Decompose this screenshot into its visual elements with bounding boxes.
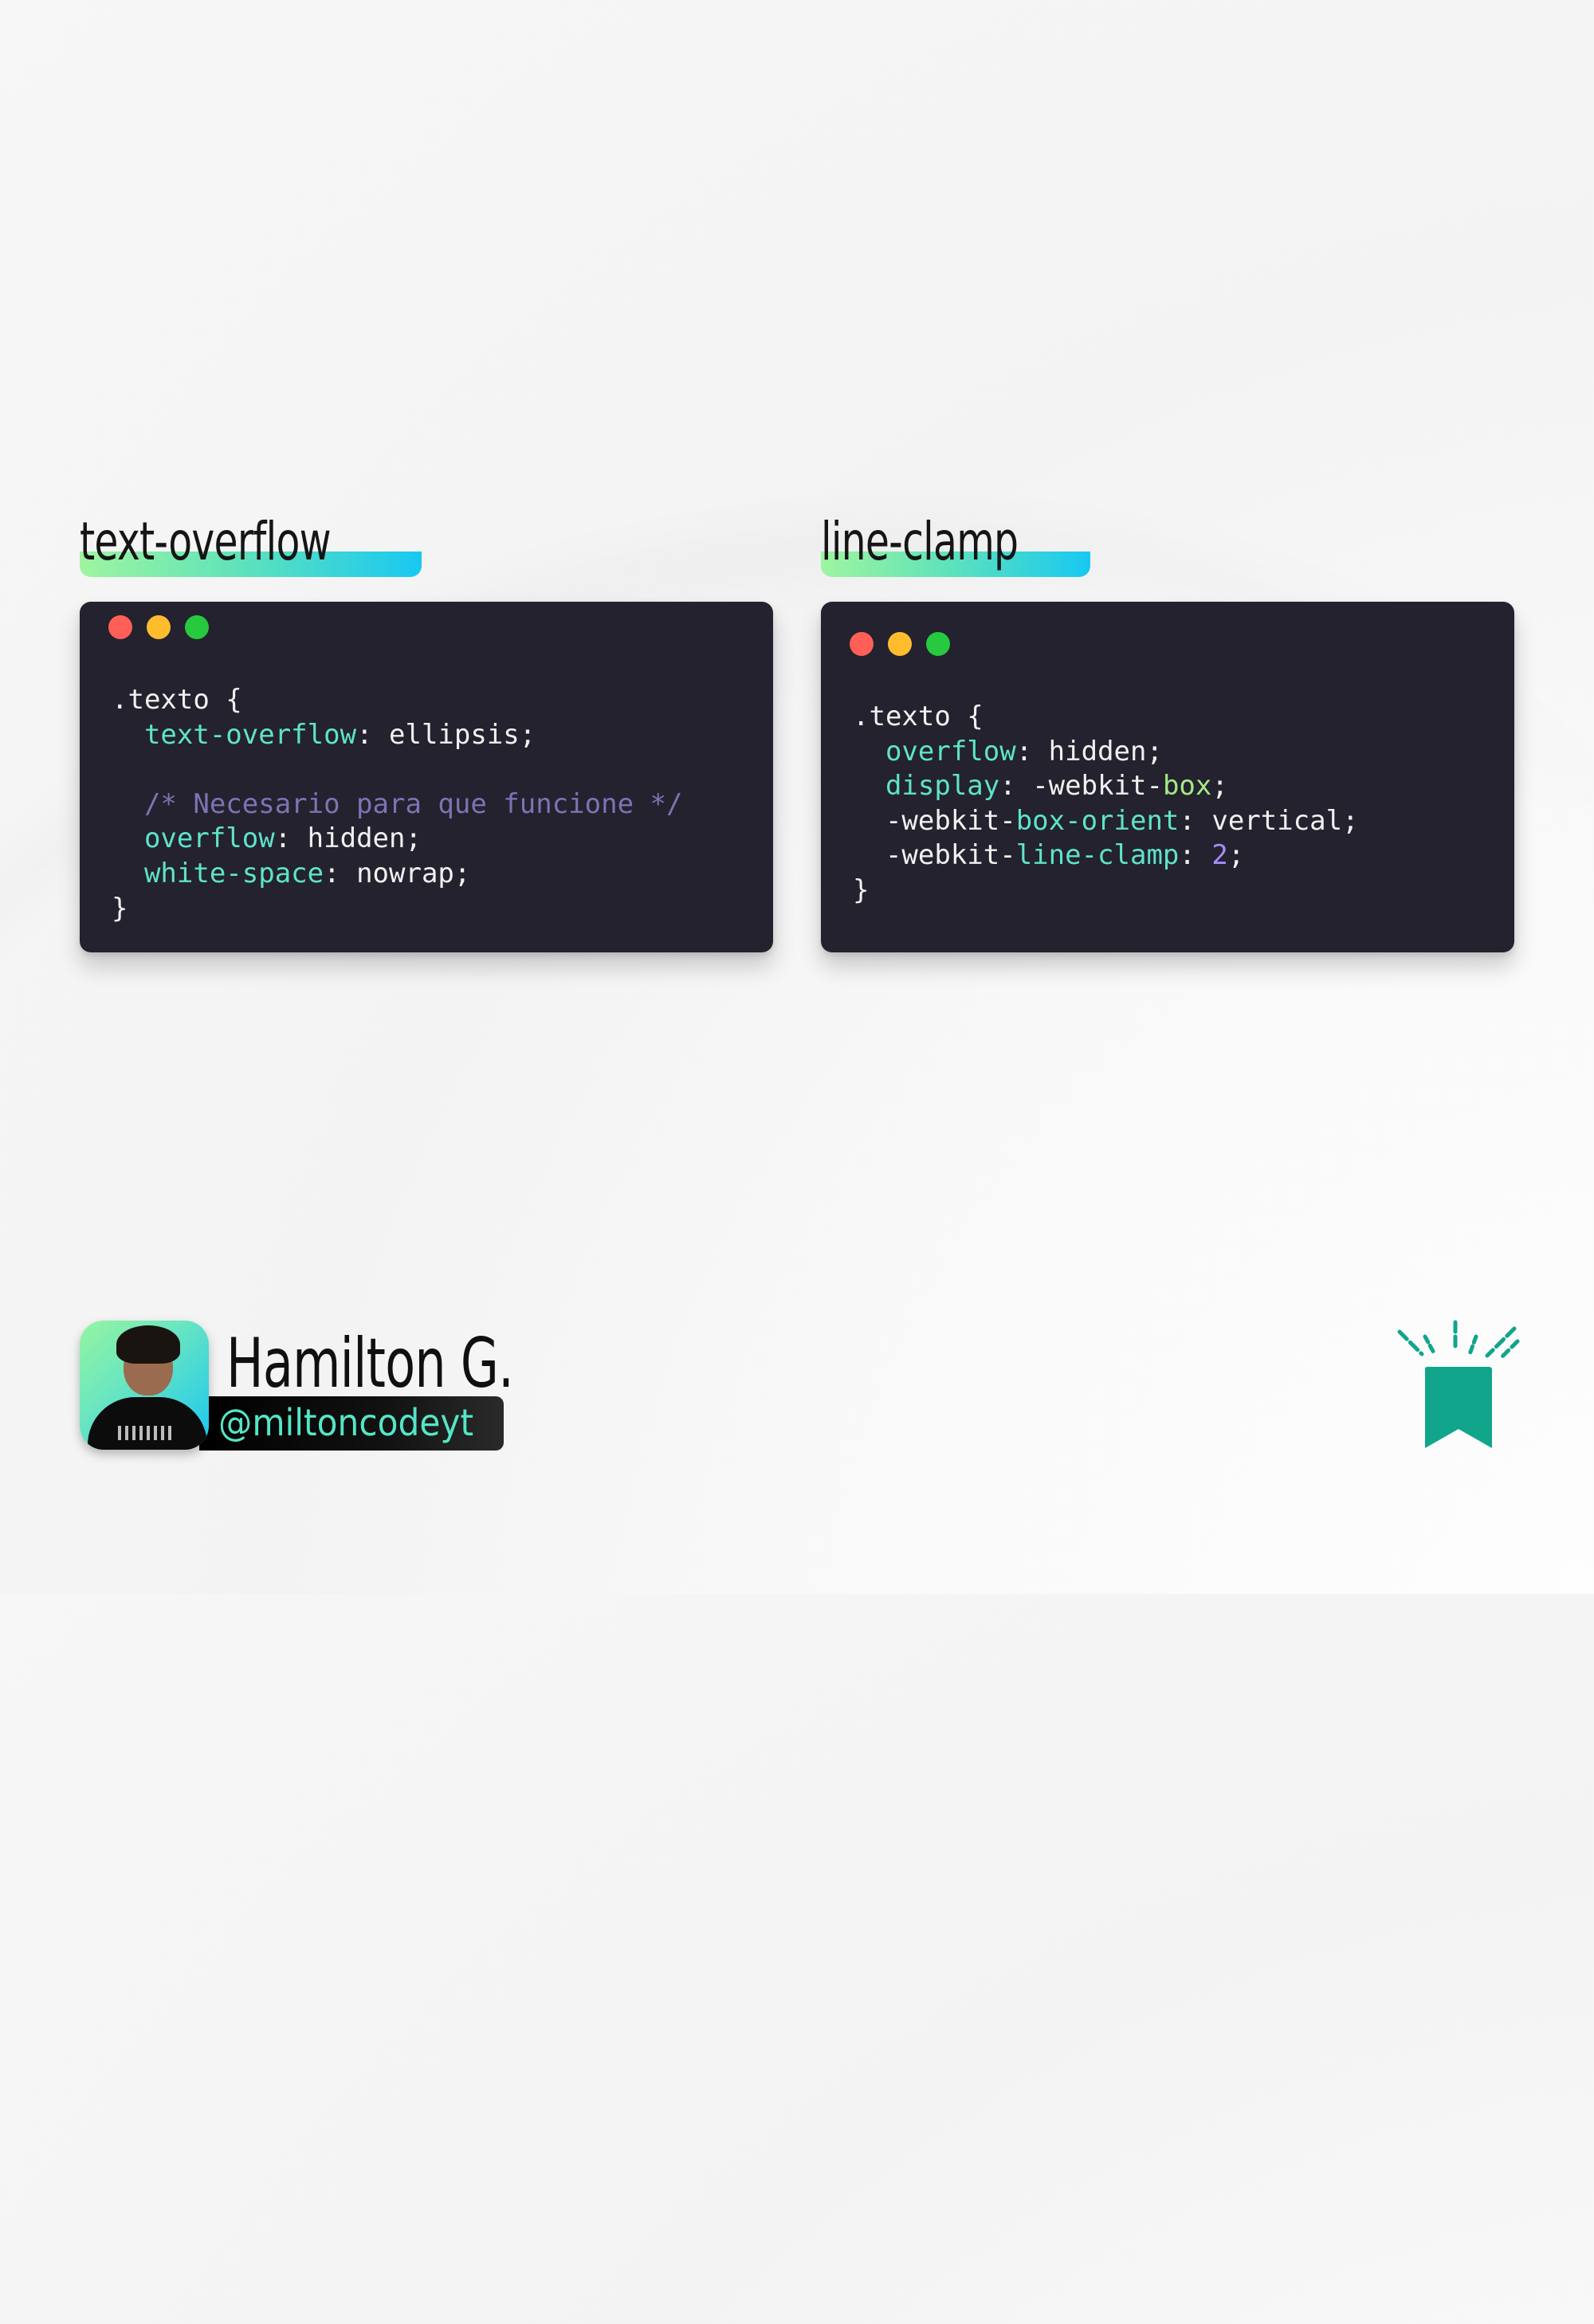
bookmark-icon[interactable] (1393, 1319, 1521, 1454)
code-token: : hidden; (1015, 735, 1163, 767)
code-block: .texto { overflow: hidden; display: -web… (853, 700, 1359, 909)
code-token: : (1179, 839, 1212, 872)
minimize-dot-icon (888, 632, 912, 656)
code-token: white-space (143, 857, 324, 889)
code-token: ; (1211, 770, 1228, 803)
code-token: .texto { (112, 684, 242, 716)
code-line: overflow: hidden; (112, 822, 682, 857)
code-line: text-overflow: ellipsis; (112, 718, 682, 753)
code-line: -webkit-line-clamp: 2; (853, 838, 1359, 873)
panel-title-label: line-clamp (821, 511, 1019, 572)
code-token: box-orient (1015, 804, 1180, 837)
code-window-text-overflow: .texto { text-overflow: ellipsis; /* Nec… (80, 602, 773, 952)
maximize-dot-icon (185, 615, 209, 639)
code-line: white-space: nowrap; (112, 857, 682, 892)
code-window-line-clamp: .texto { overflow: hidden; display: -web… (821, 602, 1514, 952)
code-token: -webkit- (853, 804, 1016, 837)
code-token: /* Necesario para que funcione */ (143, 787, 683, 820)
code-token: -webkit- (853, 839, 1016, 872)
author-card: Hamilton G. @miltoncodeyt (80, 1321, 514, 1452)
code-token: ; (1227, 839, 1245, 872)
minimize-dot-icon (147, 615, 171, 639)
code-token: : hidden; (274, 822, 422, 855)
code-token: box (1162, 770, 1212, 803)
code-token: } (853, 873, 870, 906)
code-token: overflow (885, 735, 1016, 767)
panel-title-label: text-overflow (80, 511, 332, 572)
code-line: /* Necesario para que funcione */ (112, 787, 683, 822)
code-token: 2 (1211, 839, 1228, 872)
panel-title-line-clamp: line-clamp (821, 508, 1091, 580)
close-dot-icon (850, 632, 874, 656)
code-token: text-overflow (143, 718, 357, 751)
code-token: line-clamp (1015, 839, 1180, 872)
code-line: display: -webkit-box; (853, 769, 1359, 804)
maximize-dot-icon (926, 632, 950, 656)
avatar (80, 1321, 209, 1450)
background-swoosh (0, 274, 1594, 2324)
code-line: } (112, 892, 682, 927)
code-token: : -webkit- (999, 770, 1163, 803)
code-line: } (853, 873, 1359, 909)
code-token: : ellipsis; (356, 718, 536, 751)
close-dot-icon (108, 615, 132, 639)
code-line: -webkit-box-orient: vertical; (853, 804, 1359, 839)
panel-title-text-overflow: text-overflow (80, 508, 422, 580)
window-controls (850, 632, 950, 656)
code-token: : nowrap; (324, 857, 471, 889)
window-controls (108, 615, 209, 639)
code-block: .texto { text-overflow: ellipsis; /* Nec… (112, 683, 682, 926)
code-token: display (885, 770, 1000, 803)
code-token: : vertical; (1179, 804, 1359, 837)
code-line: .texto { (853, 700, 1359, 735)
code-token: .texto { (853, 701, 983, 732)
code-line: .texto { (112, 683, 682, 718)
author-handle: @miltoncodeyt (218, 1401, 474, 1444)
author-name: Hamilton G. (226, 1324, 514, 1403)
code-token: overflow (143, 822, 275, 855)
code-token: } (112, 892, 128, 924)
code-line: overflow: hidden; (853, 735, 1359, 770)
